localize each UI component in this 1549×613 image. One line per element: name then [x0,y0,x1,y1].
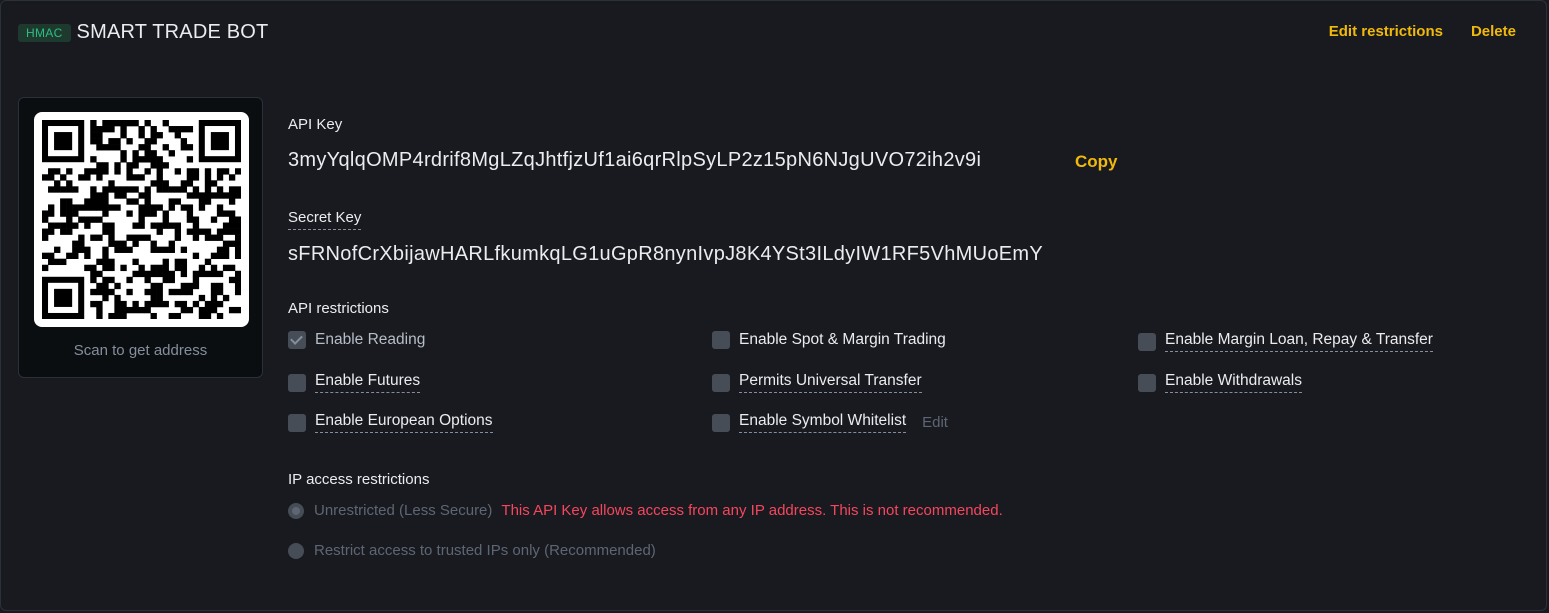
api-key-card: HMAC SMART TRADE BOT Edit restrictions D… [0,0,1547,611]
permission-withdrawals[interactable]: Enable Withdrawals [1138,372,1302,393]
permission-margin-loan[interactable]: Enable Margin Loan, Repay & Transfer [1138,331,1433,352]
api-key-label: API Key [288,116,343,133]
api-restrictions-label: API restrictions [288,300,389,317]
checkbox[interactable] [1138,373,1156,392]
permission-label: Enable European Options [315,412,493,433]
permission-european-options[interactable]: Enable European Options [288,412,493,433]
checkbox[interactable] [712,413,730,432]
copy-button[interactable]: Copy [1075,152,1118,172]
permission-label: Enable Spot & Margin Trading [739,331,946,348]
permission-symbol-whitelist[interactable]: Enable Symbol Whitelist Edit [712,412,948,433]
qr-code-icon [42,120,241,319]
checkbox[interactable] [712,331,730,349]
permission-label: Enable Withdrawals [1165,372,1302,393]
permission-universal-transfer[interactable]: Permits Universal Transfer [712,372,922,393]
whitelist-edit-button[interactable]: Edit [922,414,948,431]
qr-code [34,112,249,327]
permission-enable-reading[interactable]: Enable Reading [288,331,425,349]
api-key-title: SMART TRADE BOT [76,21,269,43]
checkbox[interactable] [288,413,306,432]
ip-option-unrestricted[interactable]: Unrestricted (Less Secure) This API Key … [288,502,1003,519]
secret-key-label[interactable]: Secret Key [288,209,362,230]
qr-panel: Scan to get address [18,97,263,378]
permission-label: Enable Margin Loan, Repay & Transfer [1165,331,1433,352]
header-actions: Edit restrictions Delete [1329,23,1516,40]
ip-option-trusted-only[interactable]: Restrict access to trusted IPs only (Rec… [288,542,656,559]
permission-spot-margin-trading[interactable]: Enable Spot & Margin Trading [712,331,946,349]
edit-restrictions-button[interactable]: Edit restrictions [1329,23,1443,40]
ip-option-label: Restrict access to trusted IPs only (Rec… [314,542,656,559]
checkbox[interactable] [288,331,306,349]
radio-button[interactable] [288,502,304,519]
ip-option-label: Unrestricted (Less Secure) [314,502,493,519]
permission-label: Permits Universal Transfer [739,372,922,393]
permission-label: Enable Reading [315,331,426,348]
secret-key-value[interactable]: sFRNofCrXbijawHARLfkumkqLG1uGpR8nynIvpJ8… [288,243,1043,266]
ip-warning-text: This API Key allows access from any IP a… [501,502,1003,519]
qr-caption: Scan to get address [73,342,208,359]
checkbox[interactable] [1138,332,1156,351]
radio-button[interactable] [288,542,304,559]
permission-label: Enable Symbol Whitelist [739,412,907,433]
card-header: HMAC SMART TRADE BOT [18,21,268,44]
api-key-value[interactable]: 3myYqlqOMP4rdrif8MgLZqJhtfjzUf1ai6qrRlpS… [288,149,981,172]
permission-label: Enable Futures [315,372,421,393]
hmac-badge: HMAC [18,23,71,42]
checkbox[interactable] [288,373,306,392]
checkbox[interactable] [712,373,730,392]
permission-futures[interactable]: Enable Futures [288,372,421,393]
delete-button[interactable]: Delete [1471,23,1516,40]
ip-restrictions-label: IP access restrictions [288,471,430,488]
